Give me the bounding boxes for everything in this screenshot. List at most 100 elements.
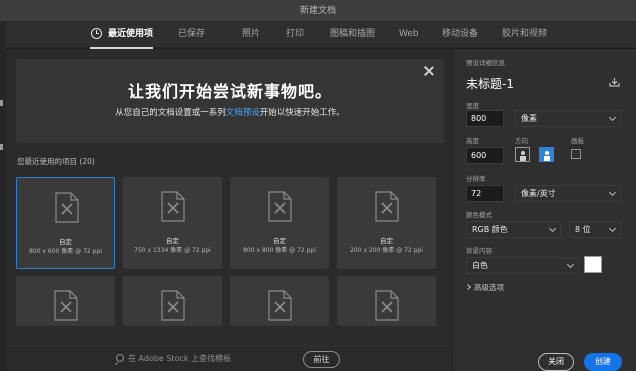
strip-mark xyxy=(0,100,3,106)
resolution-input[interactable]: 72 xyxy=(466,185,504,202)
landscape-icon-body xyxy=(544,156,550,161)
tab-label: 打印 xyxy=(286,29,305,39)
landscape-icon xyxy=(545,151,549,155)
card-meta: 800 x 600 像素 @ 72 ppi xyxy=(29,248,102,255)
document-icon xyxy=(375,191,399,222)
chevron-down-icon xyxy=(608,113,617,122)
orientation-label: 方向 xyxy=(515,137,528,145)
portrait-icon-body xyxy=(520,156,526,161)
width-label: 宽度 xyxy=(466,102,479,110)
card-name: 自定 xyxy=(59,238,72,246)
width-input[interactable]: 800 xyxy=(466,110,504,127)
recent-item-card[interactable]: 自定 800 x 800 像素 @ 72 ppi xyxy=(230,177,329,269)
color-mode-value: RGB 颜色 xyxy=(472,225,508,234)
preset-details-heading: 预设详细信息 xyxy=(466,59,505,67)
landscape-orientation-button[interactable] xyxy=(539,147,554,162)
search-icon xyxy=(116,354,124,362)
recent-item-card[interactable]: 自定 750 x 1334 像素 @ 72 ppi xyxy=(123,177,222,269)
stock-search-bar: 在 Adobe Stock 上查找模板 前往 xyxy=(6,346,452,371)
tab-label: 已保存 xyxy=(178,29,206,39)
recent-item-card[interactable] xyxy=(16,276,115,326)
document-icon xyxy=(161,191,185,222)
background-label: 背景内容 xyxy=(466,247,492,255)
recent-item-card[interactable] xyxy=(337,276,436,326)
card-meta: 200 x 200 像素 @ 72 ppi xyxy=(350,247,423,254)
tab-print[interactable]: 打印 xyxy=(286,22,304,48)
recent-count: (20) xyxy=(79,157,95,166)
card-name: 自定 xyxy=(380,237,393,245)
bit-depth-value: 8 位 xyxy=(575,225,591,234)
chevron-down-icon xyxy=(566,260,575,269)
go-button[interactable]: 前往 xyxy=(303,351,340,368)
close-icon[interactable] xyxy=(423,65,435,77)
tab-label: 图稿和插图 xyxy=(330,29,376,39)
window-titlebar: 新建文档 xyxy=(0,0,636,22)
tab-label: 移动设备 xyxy=(442,29,479,39)
recent-title: 您最近使用的项目 xyxy=(17,157,77,166)
save-preset-icon[interactable] xyxy=(609,77,620,87)
document-presets-link[interactable]: 文档预设 xyxy=(226,108,260,118)
stock-search-input[interactable]: 在 Adobe Stock 上查找模板 xyxy=(116,353,231,364)
chevron-right-icon xyxy=(465,284,471,290)
recent-item-card[interactable] xyxy=(123,276,222,326)
banner-subtitle: 从您自己的文档设置或一系列文档预设开始以快速开始工作。 xyxy=(16,106,444,118)
banner-subtitle-text: 开始以快速开始工作。 xyxy=(259,108,345,118)
create-button[interactable]: 创建 xyxy=(584,353,622,371)
background-color-swatch[interactable] xyxy=(584,256,602,273)
chevron-down-icon xyxy=(608,188,617,197)
close-button[interactable]: 关闭 xyxy=(538,353,574,371)
clock-icon xyxy=(91,28,102,39)
recent-item-card[interactable] xyxy=(230,276,329,326)
document-name-field[interactable]: 未标题-1 xyxy=(466,75,514,92)
presets-area: 让我们开始尝试新事物吧。 从您自己的文档设置或一系列文档预设开始以快速开始工作。… xyxy=(6,49,452,371)
background-select[interactable]: 白色 xyxy=(466,257,579,274)
unit-select[interactable]: 像素 xyxy=(515,110,621,127)
card-meta: 750 x 1334 像素 @ 72 ppi xyxy=(134,247,211,254)
tab-mobile[interactable]: 移动设备 xyxy=(442,22,478,48)
document-icon xyxy=(161,290,185,321)
document-icon xyxy=(54,290,78,321)
recent-items-heading: 您最近使用的项目 (20) xyxy=(17,156,95,167)
strip-mark xyxy=(0,144,3,150)
document-icon xyxy=(55,192,79,223)
tab-label: 最近使用项 xyxy=(108,29,154,39)
card-meta: 800 x 800 像素 @ 72 ppi xyxy=(243,247,316,254)
artboard-label: 画板 xyxy=(571,137,584,145)
chevron-down-icon xyxy=(608,224,617,233)
category-tabs: 最近使用项 已保存 照片 打印 图稿和插图 Web 移动设备 胶片和视频 xyxy=(6,22,636,49)
banner-title: 让我们开始尝试新事物吧。 xyxy=(127,82,332,101)
tab-art-illustration[interactable]: 图稿和插图 xyxy=(330,22,375,48)
tab-recent[interactable]: 最近使用项 xyxy=(89,22,154,49)
document-icon xyxy=(375,290,399,321)
tab-label: Web xyxy=(399,29,419,39)
recent-item-card[interactable]: 自定 800 x 600 像素 @ 72 ppi xyxy=(16,177,115,269)
recent-item-card[interactable]: 自定 200 x 200 像素 @ 72 ppi xyxy=(337,177,436,269)
unit-value: 像素 xyxy=(521,114,537,123)
window-title: 新建文档 xyxy=(299,6,336,16)
stock-search-placeholder: 在 Adobe Stock 上查找模板 xyxy=(128,354,232,363)
tab-label: 胶片和视频 xyxy=(502,29,548,39)
portrait-orientation-button[interactable] xyxy=(515,147,530,162)
artboard-checkbox[interactable] xyxy=(571,149,581,159)
color-mode-select[interactable]: RGB 颜色 xyxy=(466,221,561,238)
tab-label: 照片 xyxy=(242,29,261,39)
background-value: 白色 xyxy=(472,261,488,270)
chevron-down-icon xyxy=(548,224,557,233)
resolution-label: 分辨率 xyxy=(466,175,486,183)
tab-saved[interactable]: 已保存 xyxy=(178,22,205,48)
tab-film-video[interactable]: 胶片和视频 xyxy=(502,22,547,48)
document-icon xyxy=(268,191,292,222)
color-mode-label: 颜色模式 xyxy=(466,211,492,219)
advanced-options-toggle[interactable]: 高级选项 xyxy=(465,282,504,293)
resolution-unit-select[interactable]: 像素/英寸 xyxy=(515,185,621,202)
card-name: 自定 xyxy=(166,237,179,245)
resolution-unit-value: 像素/英寸 xyxy=(521,189,556,198)
card-name: 自定 xyxy=(273,237,286,245)
height-input[interactable]: 600 xyxy=(466,147,504,164)
tab-photo[interactable]: 照片 xyxy=(242,22,260,48)
tab-web[interactable]: Web xyxy=(399,22,419,48)
advanced-options-label: 高级选项 xyxy=(474,283,504,292)
document-icon xyxy=(268,290,292,321)
portrait-icon xyxy=(521,151,525,155)
bit-depth-select[interactable]: 8 位 xyxy=(569,221,621,238)
